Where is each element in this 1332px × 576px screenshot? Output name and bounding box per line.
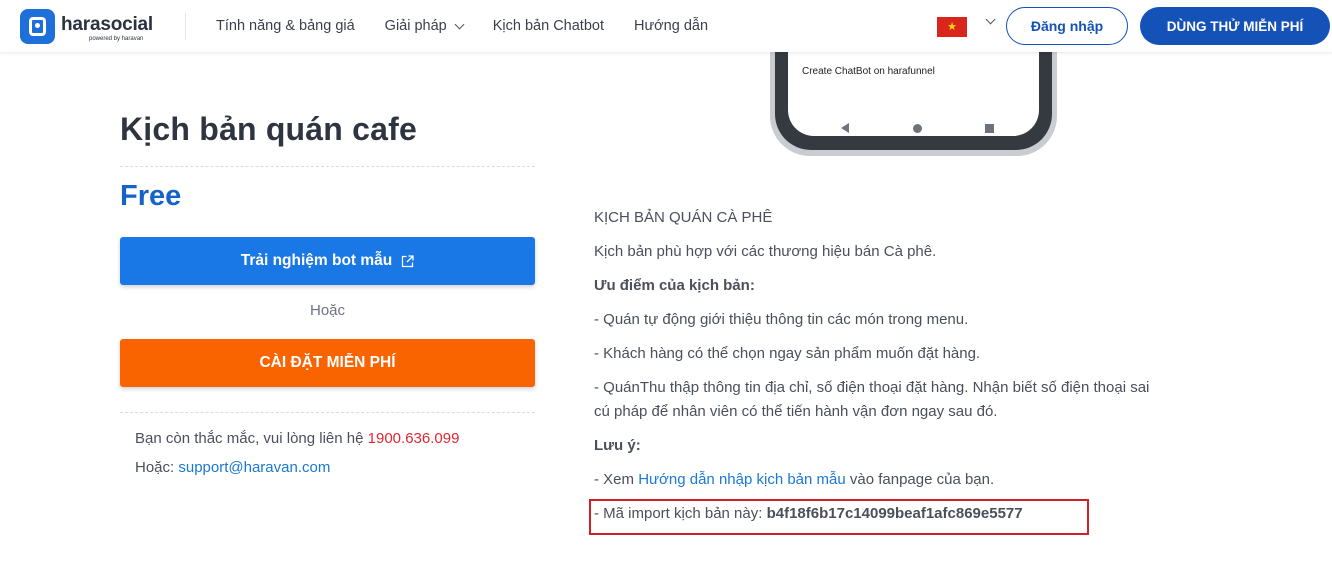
contact-line: Bạn còn thắc mắc, vui lòng liên hệ 1900.… — [135, 430, 459, 447]
advantage-item: - QuánThu thập thông tin địa chỉ, số điệ… — [594, 379, 1150, 396]
language-chevron-down-icon[interactable] — [985, 14, 996, 25]
try-demo-bot-label: Trải nghiệm bot mẫu — [240, 252, 393, 269]
or-separator: Hoặc — [309, 302, 346, 319]
vietnam-flag-icon[interactable]: ★ — [937, 17, 967, 37]
advantages-label: Ưu điểm của kịch bản: — [594, 277, 755, 294]
contact-phone-link[interactable]: 1900.636.099 — [368, 430, 460, 447]
advantage-item: - Khách hàng có thể chọn ngay sản phẩm m… — [594, 345, 981, 362]
harasocial-logo[interactable]: harasocial powered by haravan — [20, 9, 153, 44]
site-header: harasocial powered by haravan Tính năng … — [0, 0, 1332, 52]
divider — [120, 166, 535, 167]
back-nav-icon — [841, 123, 849, 133]
logo-name: harasocial — [61, 14, 153, 35]
contact-email-link[interactable]: support@haravan.com — [178, 459, 330, 476]
price-label: Free — [120, 180, 182, 212]
phone-preview-text: Create ChatBot on harafunnel — [802, 66, 935, 77]
script-heading: KỊCH BẢN QUÁN CÀ PHÊ — [594, 209, 773, 226]
contact-or-text: Hoặc: — [135, 459, 175, 476]
header-divider — [185, 13, 186, 40]
logo-icon — [20, 9, 55, 44]
try-demo-bot-button[interactable]: Trải nghiệm bot mẫu — [120, 237, 535, 285]
nav-item-label: Tính năng & bảng giá — [216, 18, 355, 34]
main-nav: Tính năng & bảng giá Giải pháp Kịch bản … — [216, 0, 738, 52]
home-nav-icon — [913, 124, 922, 133]
external-link-icon — [401, 254, 414, 268]
guide-line: - Xem Hướng dẫn nhập kịch bản mẫu vào fa… — [594, 468, 994, 492]
nav-guide[interactable]: Hướng dẫn — [634, 18, 708, 34]
note-label: Lưu ý: — [594, 437, 641, 454]
advantage-item: - Quán tự động giới thiệu thông tin các … — [594, 311, 969, 328]
import-code-highlight-box — [589, 499, 1089, 535]
recent-apps-icon — [985, 124, 994, 133]
chevron-down-icon — [454, 19, 465, 29]
nav-item-label: Hướng dẫn — [634, 18, 709, 34]
divider — [120, 412, 535, 413]
advantage-item-continued: cú pháp để nhân viên có thể tiến hành vậ… — [594, 403, 998, 420]
nav-solutions[interactable]: Giải pháp — [384, 18, 465, 34]
contact-text: Bạn còn thắc mắc, vui lòng liên hệ — [135, 430, 364, 447]
guide-suffix: vào fanpage của bạn. — [849, 471, 995, 488]
import-guide-link[interactable]: Hướng dẫn nhập kịch bản mẫu — [638, 471, 846, 488]
logo-powered-by: powered by haravan — [89, 36, 144, 42]
nav-chatbot-scripts[interactable]: Kịch bản Chatbot — [493, 18, 604, 34]
nav-item-label: Giải pháp — [384, 18, 447, 34]
contact-email-line: Hoặc: support@haravan.com — [135, 459, 330, 476]
free-trial-button[interactable]: DÙNG THỬ MIỄN PHÍ — [1140, 7, 1330, 45]
script-description: Kịch bản phù hợp với các thương hiệu bán… — [594, 243, 937, 260]
nav-features-pricing[interactable]: Tính năng & bảng giá — [216, 18, 355, 34]
guide-prefix: - Xem — [594, 471, 635, 488]
install-free-button[interactable]: CÀI ĐẶT MIỄN PHÍ — [120, 339, 535, 387]
login-button[interactable]: Đăng nhập — [1006, 7, 1128, 45]
page-title: Kịch bản quán cafe — [120, 111, 417, 147]
nav-item-label: Kịch bản Chatbot — [492, 18, 604, 34]
